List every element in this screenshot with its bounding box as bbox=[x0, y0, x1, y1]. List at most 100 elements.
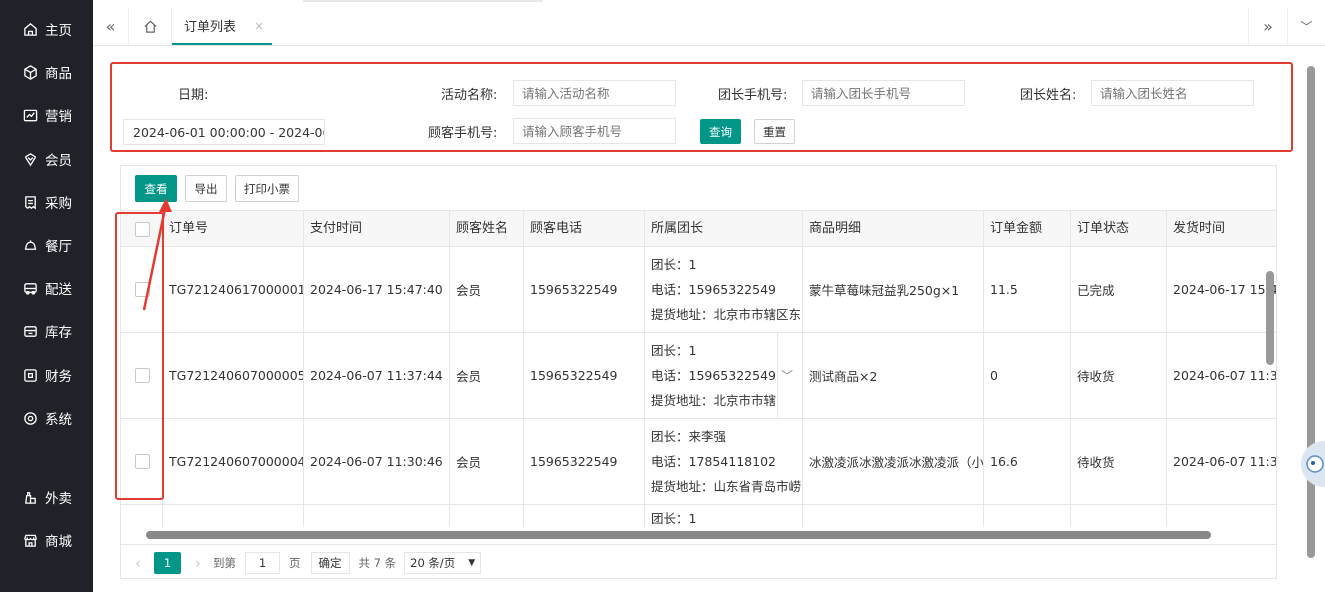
sidebar-item-system[interactable]: 系统 bbox=[0, 398, 93, 438]
shop-icon bbox=[22, 532, 38, 548]
sidebar-item-goods[interactable]: 商品 bbox=[0, 52, 93, 92]
sidebar-item-home[interactable]: 主页 bbox=[0, 9, 93, 49]
col-amount[interactable]: 订单金额 bbox=[984, 211, 1071, 247]
main-panel: 日期: 活动名称: 团长手机号: 团长姓名: 顾客手机号: 查询 重置 查看 导… bbox=[93, 46, 1325, 592]
sidebar-item-delivery[interactable]: 配送 bbox=[0, 268, 93, 308]
amount-cell bbox=[984, 505, 1071, 527]
leader-phone-label: 团长手机号: bbox=[718, 88, 788, 103]
leader-name-input[interactable] bbox=[1091, 80, 1254, 106]
takeout-icon bbox=[22, 489, 38, 505]
table-row[interactable]: 团长：1 bbox=[121, 505, 1276, 527]
sidebar-item-label: 配送 bbox=[45, 282, 72, 298]
scrollbar-thumb[interactable] bbox=[146, 531, 1211, 539]
tab-prev-button[interactable]: « bbox=[93, 8, 129, 45]
table-row[interactable]: TG721240607000004 2024-06-07 11:30:46 会员… bbox=[121, 419, 1276, 505]
export-button[interactable]: 导出 bbox=[185, 175, 227, 202]
status-cell: 待收货 bbox=[1071, 419, 1167, 504]
col-goods[interactable]: 商品明细 bbox=[803, 211, 984, 247]
sidebar-item-finance[interactable]: 财务 bbox=[0, 355, 93, 395]
total-count: 共 7 条 bbox=[358, 555, 397, 570]
reset-button[interactable]: 重置 bbox=[754, 119, 795, 144]
customer-name-cell: 会员 bbox=[450, 247, 524, 332]
status-cell: 待收货 bbox=[1071, 333, 1167, 418]
diamond-icon bbox=[22, 151, 38, 167]
tab-order-list[interactable]: 订单列表 × bbox=[172, 8, 272, 45]
table-toolbar: 查看 导出 打印小票 bbox=[121, 166, 1276, 211]
pay-time-cell: 2024-06-07 11:37:44 bbox=[304, 333, 450, 418]
goto-label: 到第 bbox=[213, 555, 236, 570]
col-order-no[interactable]: 订单号 bbox=[163, 211, 304, 247]
view-button[interactable]: 查看 bbox=[135, 175, 177, 202]
finance-icon bbox=[22, 367, 38, 383]
sidebar-item-mall[interactable]: 商城 bbox=[0, 520, 93, 560]
assistant-widget[interactable] bbox=[1301, 441, 1325, 487]
table-row[interactable]: TG721240617000001 2024-06-17 15:47:40 会员… bbox=[121, 247, 1276, 333]
prev-page-icon[interactable]: ‹ bbox=[135, 554, 141, 572]
next-page-icon[interactable]: › bbox=[195, 554, 201, 572]
activity-name-input[interactable] bbox=[513, 80, 676, 106]
sidebar-item-member[interactable]: 会员 bbox=[0, 139, 93, 179]
sidebar-item-label: 采购 bbox=[45, 196, 72, 212]
leader-cell: 团长：来李强 电话：17854118102 提货地址：山东省青岛市崂 bbox=[645, 419, 803, 504]
sidebar-item-label: 餐厅 bbox=[45, 239, 72, 255]
sidebar-item-label: 库存 bbox=[45, 325, 72, 341]
table-header: 订单号 支付时间 顾客姓名 顾客电话 所属团长 商品明细 订单金额 订单状态 发… bbox=[121, 211, 1276, 247]
order-no-cell: TG721240607000004 bbox=[163, 419, 304, 504]
close-icon[interactable]: × bbox=[254, 19, 264, 33]
customer-name-cell: 会员 bbox=[450, 333, 524, 418]
col-leader[interactable]: 所属团长 bbox=[645, 211, 803, 247]
table-horizontal-scrollbar[interactable] bbox=[121, 527, 1276, 543]
leader-phone-input[interactable] bbox=[802, 80, 965, 106]
tab-bar: « 订单列表 × » ﹀ bbox=[93, 0, 1325, 46]
expand-chevron-icon[interactable]: ﹀ bbox=[778, 333, 803, 418]
sidebar-item-label: 商品 bbox=[45, 66, 72, 82]
sidebar-item-marketing[interactable]: 营销 bbox=[0, 95, 93, 135]
sidebar-item-purchase[interactable]: 采购 bbox=[0, 182, 93, 222]
page-vertical-scrollbar[interactable] bbox=[1305, 46, 1319, 592]
order-table: 查看 导出 打印小票 订单号 支付时间 顾客姓名 顾客电话 所属团长 商品明细 … bbox=[120, 165, 1277, 579]
tab-dropdown-button[interactable]: ﹀ bbox=[1288, 8, 1325, 45]
col-customer-phone[interactable]: 顾客电话 bbox=[524, 211, 645, 247]
leader-phone: 电话：15965322549 bbox=[651, 282, 776, 297]
sidebar-item-label: 商城 bbox=[45, 534, 72, 550]
scrollbar-thumb[interactable] bbox=[1266, 271, 1274, 365]
sidebar-item-restaurant[interactable]: 餐厅 bbox=[0, 225, 93, 265]
col-pay-time[interactable]: 支付时间 bbox=[304, 211, 450, 247]
leader-name: 团长：1 bbox=[651, 343, 697, 358]
table-row[interactable]: TG721240607000005 2024-06-07 11:37:44 会员… bbox=[121, 333, 1276, 419]
goods-cell: 冰激凌派冰激凌派冰激凌派（小 bbox=[803, 419, 984, 504]
sidebar-item-takeout[interactable]: 外卖 bbox=[0, 477, 93, 517]
home-tab-button[interactable] bbox=[129, 8, 172, 45]
date-range-input[interactable] bbox=[123, 119, 325, 145]
sidebar-item-label: 会员 bbox=[45, 153, 72, 169]
tab-next-button[interactable]: » bbox=[1248, 8, 1288, 45]
search-form: 日期: 活动名称: 团长手机号: 团长姓名: 顾客手机号: 查询 重置 bbox=[110, 62, 1293, 152]
leader-name: 团长：1 bbox=[651, 257, 697, 272]
print-receipt-button[interactable]: 打印小票 bbox=[235, 175, 299, 202]
bell-icon bbox=[22, 237, 38, 253]
leader-name-label: 团长姓名: bbox=[1020, 88, 1077, 103]
chart-icon bbox=[22, 107, 38, 123]
ship-time-cell: 2024-06-07 11:3 bbox=[1173, 368, 1277, 383]
order-no-cell bbox=[163, 505, 304, 527]
pickup-address: 提货地址：北京市市辖区东 bbox=[651, 307, 802, 322]
order-no-cell: TG721240617000001 bbox=[163, 247, 304, 332]
page-unit-label: 页 bbox=[289, 555, 301, 570]
col-ship-time[interactable]: 发货时间 bbox=[1167, 211, 1276, 247]
page-number-current[interactable]: 1 bbox=[154, 551, 181, 574]
page-size-select[interactable]: 20 条/页 ▼ bbox=[404, 551, 482, 574]
leader-cell: 团长：1 bbox=[645, 505, 803, 527]
sidebar-item-inventory[interactable]: 库存 bbox=[0, 311, 93, 351]
table-vertical-scrollbar[interactable] bbox=[1264, 247, 1276, 527]
customer-phone-input[interactable] bbox=[513, 118, 676, 144]
goto-page-input[interactable] bbox=[245, 551, 280, 574]
leader-phone: 电话：15965322549 bbox=[651, 368, 776, 383]
col-status[interactable]: 订单状态 bbox=[1071, 211, 1167, 247]
leader-cell: 团长：1 电话：15965322549 提货地址：北京市市辖 bbox=[645, 333, 778, 418]
goto-confirm-button[interactable]: 确定 bbox=[310, 551, 350, 574]
col-customer-name[interactable]: 顾客姓名 bbox=[450, 211, 524, 247]
customer-phone-label: 顾客手机号: bbox=[428, 126, 498, 141]
pickup-address: 提货地址：山东省青岛市崂 bbox=[651, 479, 802, 494]
search-button[interactable]: 查询 bbox=[700, 119, 741, 144]
amount-cell: 0 bbox=[984, 333, 1071, 418]
